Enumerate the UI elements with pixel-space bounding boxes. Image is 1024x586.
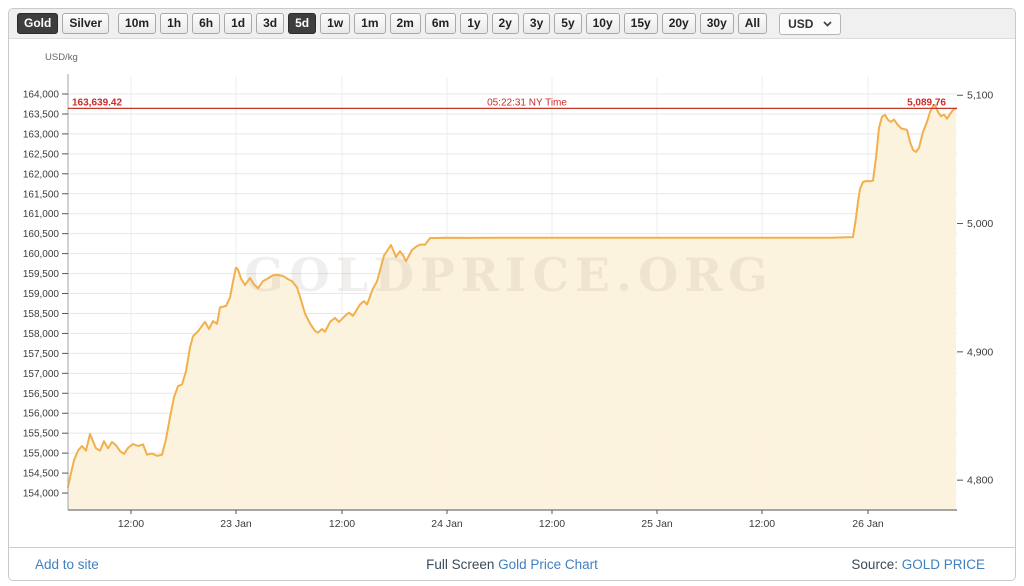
range-button-3d[interactable]: 3d [256, 13, 284, 34]
range-button-1y[interactable]: 1y [460, 13, 487, 34]
x-tick-label: 25 Jan [641, 518, 673, 530]
chevron-down-icon [823, 21, 832, 27]
y-tick-label: 163,000 [23, 129, 60, 140]
x-tick-label: 23 Jan [220, 518, 252, 530]
current-price-kg-label: 163,639.42 [72, 97, 122, 108]
price-area-fill [68, 105, 956, 510]
y-tick-label: 160,000 [23, 249, 60, 260]
y-tick-label: 162,000 [23, 169, 60, 180]
y-tick-label: 159,000 [23, 289, 60, 300]
price-chart: GOLDPRICE.ORG 154,000 154,500 155,000 155,50… [9, 39, 1015, 547]
y-tick-label: 157,000 [23, 369, 60, 380]
y-tick-label: 160,500 [23, 229, 60, 240]
range-button-30y[interactable]: 30y [700, 13, 734, 34]
x-tick-label: 12:00 [329, 518, 355, 530]
currency-select[interactable]: USD [779, 13, 841, 35]
range-button-1w[interactable]: 1w [320, 13, 350, 34]
range-button-2m[interactable]: 2m [390, 13, 421, 34]
range-button-10y[interactable]: 10y [586, 13, 620, 34]
y-tick-label: 159,500 [23, 269, 60, 280]
y-tick-label: 163,500 [23, 109, 60, 120]
y-tick-label: 161,500 [23, 189, 60, 200]
y-tick-label: 154,000 [23, 489, 60, 500]
y-tick-label: 155,500 [23, 429, 60, 440]
range-button-1d[interactable]: 1d [224, 13, 252, 34]
range-button-15y[interactable]: 15y [624, 13, 658, 34]
y-tick-label: 158,500 [23, 309, 60, 320]
range-button-6m[interactable]: 6m [425, 13, 456, 34]
range-button-10m[interactable]: 10m [118, 13, 156, 34]
axis-unit-label: USD/kg [45, 52, 78, 63]
range-button-2y[interactable]: 2y [492, 13, 519, 34]
x-tick-label: 26 Jan [852, 518, 884, 530]
y-tick-label: 162,500 [23, 149, 60, 160]
range-button-all[interactable]: All [738, 13, 767, 34]
y-tick-label: 161,000 [23, 209, 60, 220]
range-button-5d[interactable]: 5d [288, 13, 316, 34]
range-button-6h[interactable]: 6h [192, 13, 220, 34]
x-tick-label: 24 Jan [431, 518, 463, 530]
range-button-1m[interactable]: 1m [354, 13, 385, 34]
gold-price-chart-link[interactable]: Gold Price Chart [498, 557, 598, 572]
x-tick-label: 12:00 [539, 518, 565, 530]
y-tick-label: 158,000 [23, 329, 60, 340]
x-tick-label: 12:00 [749, 518, 775, 530]
footer-center: Full Screen Gold Price Chart [9, 557, 1015, 572]
range-button-1h[interactable]: 1h [160, 13, 188, 34]
chart-toolbar: GoldSilver 10m1h6h1d3d5d1w1m2m6m1y2y3y5y… [9, 9, 1015, 39]
range-button-group: 10m1h6h1d3d5d1w1m2m6m1y2y3y5y10y15y20y30… [118, 13, 771, 34]
currency-select-value: USD [788, 17, 813, 31]
y-tick-label: 164,000 [23, 89, 60, 100]
goldprice-watermark: GOLDPRICE.ORG [244, 248, 773, 302]
y-tick-label: 155,000 [23, 449, 60, 460]
range-button-5y[interactable]: 5y [554, 13, 581, 34]
x-tick-label: 12:00 [118, 518, 144, 530]
ny-time-label: 05:22:31 NY Time [487, 97, 567, 108]
y2-tick-label: 5,000 [967, 218, 993, 230]
current-price-oz-label: 5,089.76 [907, 97, 946, 108]
y-tick-label: 156,500 [23, 389, 60, 400]
metal-button-gold[interactable]: Gold [17, 13, 58, 34]
metal-button-group: GoldSilver [17, 13, 118, 34]
y2-tick-label: 5,100 [967, 90, 993, 102]
y-tick-label: 156,000 [23, 409, 60, 420]
price-chart-svg: GOLDPRICE.ORG 154,000 154,500 155,000 155,50… [9, 39, 1015, 547]
y2-tick-label: 4,800 [967, 475, 993, 487]
range-button-3y[interactable]: 3y [523, 13, 550, 34]
y-tick-label: 154,500 [23, 469, 60, 480]
full-screen-label: Full Screen [426, 557, 494, 572]
y-tick-label: 157,500 [23, 349, 60, 360]
range-button-20y[interactable]: 20y [662, 13, 696, 34]
y2-tick-label: 4,900 [967, 346, 993, 358]
gold-price-chart-panel: GoldSilver 10m1h6h1d3d5d1w1m2m6m1y2y3y5y… [8, 8, 1016, 581]
chart-footer: Add to site Full Screen Gold Price Chart… [9, 547, 1015, 580]
metal-button-silver[interactable]: Silver [62, 13, 109, 34]
